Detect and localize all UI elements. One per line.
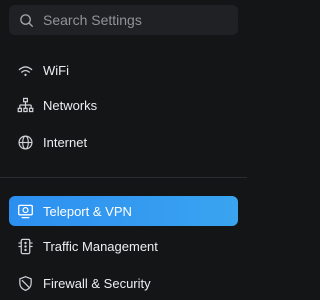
sidebar-item-label: Firewall & Security (43, 275, 151, 291)
sidebar-item-label: Teleport & VPN (43, 203, 132, 219)
sidebar-item-teleport-vpn[interactable]: Teleport & VPN (9, 196, 238, 226)
search-input[interactable] (43, 12, 223, 28)
shield-icon (17, 275, 34, 292)
sidebar-item-traffic-management[interactable]: Traffic Management (9, 231, 238, 261)
divider (0, 177, 247, 178)
sidebar-item-wifi[interactable]: WiFi (9, 55, 238, 85)
sidebar-item-label: Internet (43, 134, 88, 150)
globe-icon (17, 134, 34, 151)
sidebar-item-label: Traffic Management (43, 238, 158, 254)
sidebar-item-label: Networks (43, 97, 98, 113)
wifi-icon (17, 62, 34, 79)
search-field[interactable] (9, 5, 238, 35)
traffic-management-icon (17, 238, 34, 255)
sidebar-item-firewall-security[interactable]: Firewall & Security (9, 268, 238, 298)
networks-icon (17, 97, 34, 114)
search-icon (20, 13, 34, 27)
sidebar-item-label: WiFi (43, 62, 69, 78)
teleport-vpn-icon (17, 203, 34, 220)
sidebar-item-networks[interactable]: Networks (9, 90, 238, 120)
sidebar-item-internet[interactable]: Internet (9, 127, 238, 157)
